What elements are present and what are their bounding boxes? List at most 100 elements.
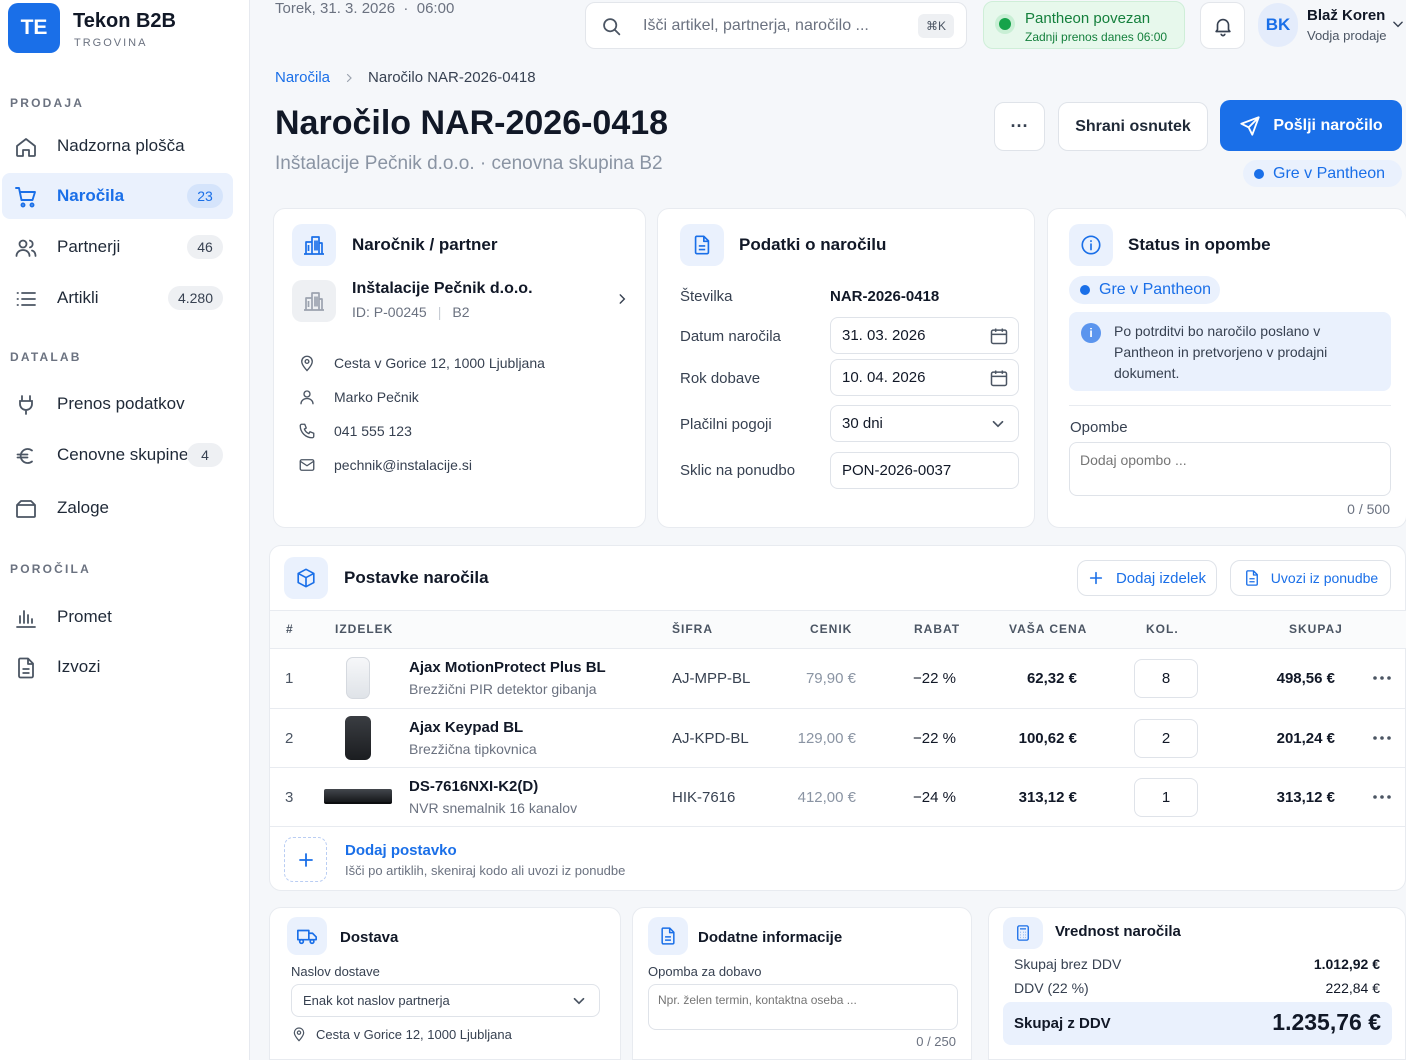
chevron-down-icon[interactable]	[1391, 17, 1405, 31]
column-header: IZDELEK	[335, 622, 394, 636]
row-number: 3	[285, 789, 294, 806]
user-name[interactable]: Blaž Koren	[1307, 7, 1385, 24]
avatar[interactable]: BK	[1258, 3, 1298, 47]
partner-phone[interactable]: 041 555 123	[334, 423, 412, 439]
send-icon	[1239, 115, 1261, 137]
list-price: 129,00 €	[797, 730, 856, 747]
sidebar-item-data-transfer[interactable]: Prenos podatkov	[2, 381, 233, 427]
info-icon	[1069, 224, 1113, 266]
add-product-button[interactable]: Dodaj izdelek	[1077, 560, 1217, 596]
user-role: Vodja prodaje	[1307, 28, 1387, 43]
table-row[interactable]: 3 DS-7616NXI-K2(D) NVR snemalnik 16 kana…	[270, 768, 1406, 826]
notifications-button[interactable]	[1200, 2, 1245, 49]
search-input[interactable]: Išči artikel, partnerja, naročilo ... ⌘K	[585, 2, 967, 49]
bar-chart-icon	[14, 606, 38, 630]
table-row[interactable]: 2 Ajax Keypad BL Brezžična tipkovnica AJ…	[270, 709, 1406, 767]
discount: −22 %	[913, 670, 956, 687]
add-line-title[interactable]: Dodaj postavko	[345, 842, 457, 859]
more-horizontal-icon[interactable]	[1370, 728, 1394, 748]
your-price: 313,12 €	[1018, 789, 1077, 806]
gross-total-label: Skupaj z DDV	[1014, 1015, 1111, 1032]
import-offer-button[interactable]: Uvozi iz ponudbe	[1230, 560, 1391, 596]
product-code: AJ-MPP-BL	[672, 670, 751, 687]
discount: −24 %	[913, 789, 956, 806]
breadcrumb-current: Naročilo NAR-2026-0418	[368, 69, 536, 86]
sidebar-item-turnover[interactable]: Promet	[2, 594, 233, 640]
truck-icon	[287, 917, 327, 955]
sidebar-item-articles[interactable]: Artikli 4.280	[2, 275, 233, 321]
line-total: 201,24 €	[1276, 730, 1335, 747]
delivery-card: Dostava Naslov dostave Enak kot naslov p…	[269, 907, 621, 1060]
quantity-input[interactable]: 1	[1134, 778, 1198, 817]
list-icon	[14, 287, 38, 311]
sidebar-item-dashboard[interactable]: Nadzorna plošča	[2, 123, 233, 169]
section-title-prodaja: PRODAJA	[10, 96, 85, 110]
save-draft-button[interactable]: Shrani osnutek	[1058, 102, 1208, 151]
notes-textarea[interactable]	[1069, 442, 1391, 496]
column-header: RABAT	[914, 622, 961, 636]
table-row[interactable]: 1 Ajax MotionProtect Plus BL Brezžični P…	[270, 649, 1406, 707]
your-price: 100,62 €	[1018, 730, 1077, 747]
more-horizontal-icon[interactable]	[1370, 668, 1394, 688]
product-thumbnail	[322, 784, 394, 808]
delivery-address: Cesta v Gorice 12, 1000 Ljubljana	[316, 1027, 512, 1042]
send-order-label: Pošlji naročilo	[1273, 116, 1383, 134]
info-box: i Po potrditvi bo naročilo poslano v Pan…	[1069, 312, 1391, 391]
search-shortcut: ⌘K	[918, 14, 954, 38]
sidebar-item-partners[interactable]: Partnerji 46	[2, 224, 233, 270]
partner-meta: ID: P-00245 | B2	[352, 304, 470, 320]
delivery-date-input[interactable]: 10. 04. 2026	[830, 359, 1019, 396]
offer-reference-input[interactable]: PON-2026-0037	[830, 452, 1019, 489]
map-pin-icon	[291, 1026, 307, 1042]
column-header: VAŠA CENA	[1009, 622, 1088, 636]
add-line-button[interactable]	[284, 837, 327, 882]
search-placeholder: Išči artikel, partnerja, naročilo ...	[643, 17, 869, 34]
field-label: Rok dobave	[680, 370, 761, 387]
more-horizontal-icon[interactable]	[1370, 787, 1394, 807]
breadcrumb-link[interactable]: Naročila	[275, 69, 330, 86]
delivery-address-select[interactable]: Enak kot naslov partnerja	[291, 984, 600, 1017]
gross-total-box: Skupaj z DDV 1.235,76 €	[1003, 1002, 1392, 1045]
calendar-icon	[989, 368, 1009, 388]
your-price: 62,32 €	[1026, 670, 1077, 687]
sidebar-item-orders[interactable]: Naročila 23	[2, 173, 233, 219]
chevron-right-icon	[343, 72, 355, 84]
send-order-button[interactable]: Pošlji naročilo	[1220, 100, 1402, 151]
sidebar-item-label: Promet	[57, 607, 112, 626]
line-total: 313,12 €	[1276, 789, 1335, 806]
delivery-date-value: 10. 04. 2026	[842, 369, 926, 386]
extra-info-card: Dodatne informacije Opomba za dobavo 0 /…	[632, 907, 972, 1060]
sidebar-item-exports[interactable]: Izvozi	[2, 644, 233, 690]
partner-email[interactable]: pechnik@instalacije.si	[334, 457, 472, 473]
order-date-input[interactable]: 31. 03. 2026	[830, 317, 1019, 354]
info-text: Po potrditvi bo naročilo poslano v Panth…	[1114, 323, 1328, 381]
list-price: 79,90 €	[805, 670, 856, 687]
plus-icon	[297, 851, 315, 869]
field-label: Naslov dostave	[291, 964, 380, 979]
person-icon	[298, 388, 316, 406]
quantity-input[interactable]: 8	[1134, 659, 1198, 698]
sidebar-item-stock[interactable]: Zaloge	[2, 485, 233, 531]
product-description: Brezžični PIR detektor gibanja	[409, 681, 597, 697]
home-icon	[14, 135, 38, 159]
sync-status[interactable]: Pantheon povezan Zadnji prenos danes 06:…	[983, 1, 1185, 49]
quantity-input[interactable]: 2	[1134, 719, 1198, 758]
field-label: Številka	[680, 288, 733, 305]
sidebar-item-label: Cenovne skupine	[57, 445, 189, 464]
calendar-icon	[989, 326, 1009, 346]
sidebar-item-label: Partnerji	[57, 237, 121, 256]
document-icon	[680, 224, 724, 266]
gross-total-value: 1.235,76 €	[1272, 1009, 1381, 1035]
sidebar-item-price-groups[interactable]: Cenovne skupine 4	[2, 432, 233, 478]
more-actions-button[interactable]: ···	[994, 102, 1045, 151]
partner-link[interactable]: Inštalacije Pečnik d.o.o. ID: P-00245 | …	[274, 275, 647, 331]
search-icon	[601, 16, 622, 37]
payment-terms-select[interactable]: 30 dni	[830, 405, 1019, 442]
card-title: Postavke naročila	[344, 568, 489, 587]
customer-card: Naročnik / partner Inštalacije Pečnik d.…	[273, 208, 646, 528]
field-label: Opomba za dobavo	[648, 964, 762, 979]
info-icon: i	[1081, 323, 1101, 343]
card-title: Dodatne informacije	[698, 929, 843, 946]
delivery-note-textarea[interactable]	[648, 984, 958, 1030]
product-description: Brezžična tipkovnica	[409, 741, 537, 757]
